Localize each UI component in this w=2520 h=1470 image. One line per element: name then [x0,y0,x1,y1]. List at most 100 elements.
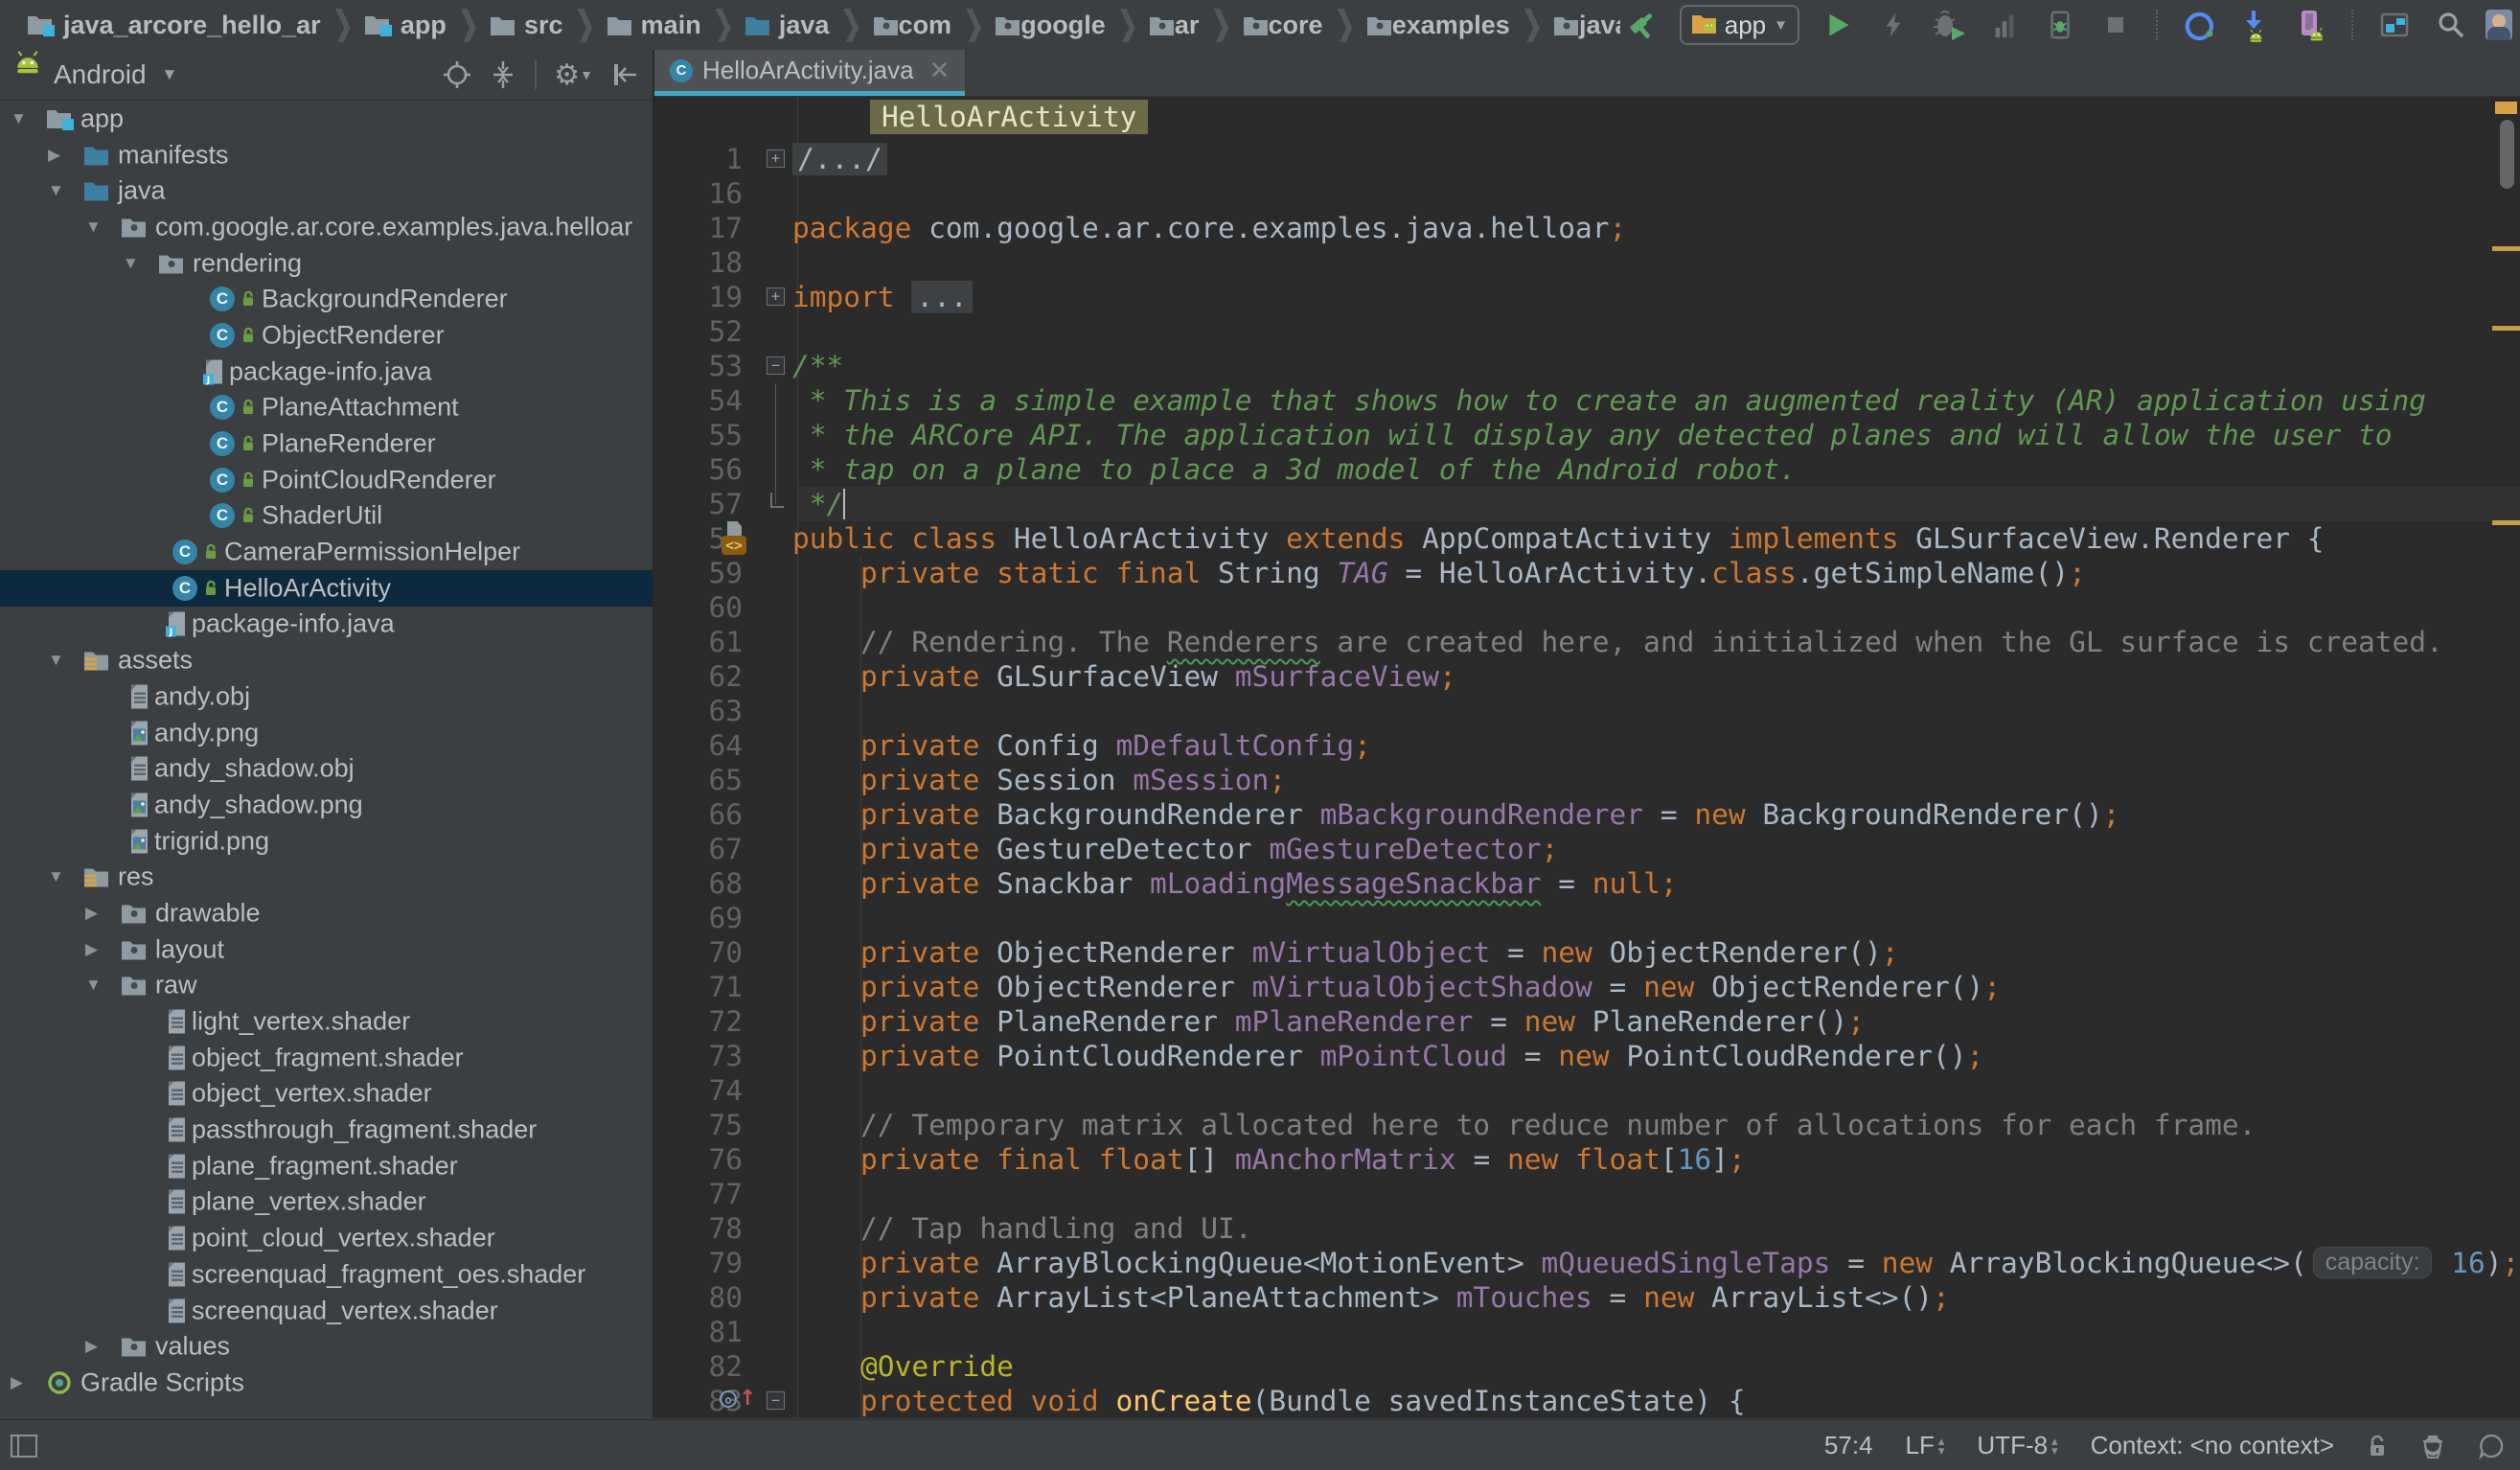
profile-icon[interactable] [1983,6,2026,44]
line-separator-widget[interactable]: LF▴▾ [1906,1431,1945,1460]
breadcrumb-item[interactable]: com [873,11,952,40]
line-number[interactable]: 53 [654,349,743,383]
line-number[interactable]: 67 [654,832,743,866]
line-number[interactable]: 54 [654,383,743,418]
tree-row-pointcloudrenderer[interactable]: CPointCloudRenderer [0,462,653,498]
code-line[interactable]: 61 // Rendering. The Renderers are creat… [654,625,2520,659]
line-number[interactable]: 61 [654,625,743,659]
code-line[interactable]: 82 @Override [654,1349,2520,1384]
close-icon[interactable]: ✕ [929,56,951,85]
code-line[interactable]: 77 [654,1177,2520,1211]
code-line[interactable]: 16 [654,176,2520,211]
collapse-all-icon[interactable] [489,60,517,89]
code-line[interactable]: 55 * the ARCore API. The application wil… [654,418,2520,452]
tree-row-plane-fragment-shader[interactable]: plane_fragment.shader [0,1148,653,1184]
inspections-profile-icon[interactable] [2420,1433,2445,1459]
tree-expand-open-icon[interactable]: ▼ [11,109,27,128]
warning-stripe-mark[interactable] [2492,326,2520,331]
tree-expand-open-icon[interactable]: ▼ [48,651,64,670]
line-number[interactable]: 73 [654,1039,743,1073]
fold-collapse-icon[interactable]: − [767,1391,785,1410]
tree-row-gradle-scripts[interactable]: ▶Gradle Scripts [0,1365,653,1401]
line-number[interactable]: 18 [654,245,743,280]
code-line[interactable]: 53−/** [654,349,2520,383]
code-line[interactable]: 81 [654,1315,2520,1349]
tree-row-shaderutil[interactable]: CShaderUtil [0,498,653,535]
line-number[interactable]: 65 [654,763,743,797]
code-line[interactable]: 58<>public class HelloArActivity extends… [654,521,2520,556]
tree-row-screenquad-fragment-oes-shader[interactable]: screenquad_fragment_oes.shader [0,1256,653,1293]
code-line[interactable]: 73 private PointCloudRenderer mPointClou… [654,1039,2520,1073]
tree-row-andy-obj[interactable]: andy.obj [0,678,653,715]
tree-expand-closed-icon[interactable]: ▶ [11,1373,23,1392]
line-number[interactable]: 76 [654,1142,743,1177]
tree-row-rendering[interactable]: ▼rendering [0,245,653,282]
tree-row-objectrenderer[interactable]: CObjectRenderer [0,317,653,354]
line-number[interactable]: 79 [654,1246,743,1280]
tree-row-point-cloud-vertex-shader[interactable]: point_cloud_vertex.shader [0,1220,653,1256]
attach-debugger-icon[interactable] [2039,6,2081,44]
breadcrumb-item[interactable]: core [1243,11,1323,40]
line-number[interactable]: 59 [654,556,743,590]
file-status-warning-indicator[interactable] [2495,102,2517,114]
search-everywhere-icon[interactable] [2430,6,2472,44]
breadcrumb-item[interactable]: src [490,11,563,40]
code-line[interactable]: 79 private ArrayBlockingQueue<MotionEven… [654,1246,2520,1280]
line-number[interactable]: 1 [654,142,743,176]
code-line[interactable]: 57 */ [654,487,2520,521]
line-number[interactable]: 57 [654,487,743,521]
manifest-link-icon[interactable]: <> [722,536,746,555]
code-line[interactable]: 66 private BackgroundRenderer mBackgroun… [654,797,2520,832]
code-line[interactable]: 62 private GLSurfaceView mSurfaceView; [654,659,2520,694]
code-line[interactable]: 80 private ArrayList<PlaneAttachment> mT… [654,1280,2520,1315]
code-line[interactable]: 65 private Session mSession; [654,763,2520,797]
line-number[interactable]: 63 [654,694,743,728]
avd-manager-icon[interactable] [2290,6,2332,44]
line-number[interactable]: 74 [654,1073,743,1108]
line-number[interactable]: 19 [654,280,743,314]
tree-expand-closed-icon[interactable]: ▶ [85,904,98,923]
tree-expand-open-icon[interactable]: ▼ [85,976,102,995]
tree-expand-closed-icon[interactable]: ▶ [85,1337,98,1356]
breadcrumb-item[interactable]: java_arcore_hello_ar [27,11,321,40]
run-icon[interactable] [1817,6,1859,44]
line-number[interactable]: 71 [654,970,743,1004]
tree-expand-closed-icon[interactable]: ▶ [48,146,60,165]
tree-row-values[interactable]: ▶values [0,1328,653,1365]
line-number[interactable]: 52 [654,314,743,349]
code-area[interactable]: 1+/.../1617package com.google.ar.core.ex… [654,142,2520,1418]
code-line[interactable]: 75 // Temporary matrix allocated here to… [654,1108,2520,1142]
tree-expand-open-icon[interactable]: ▼ [123,254,139,273]
code-line[interactable]: 19+import ... [654,280,2520,314]
tree-row-object-fragment-shader[interactable]: object_fragment.shader [0,1040,653,1076]
editor-tab-helloaractivity[interactable]: C HelloArActivity.java ✕ [654,50,965,91]
tree-row-trigrid-png[interactable]: trigrid.png [0,823,653,860]
user-avatar[interactable] [2486,10,2512,40]
code-line[interactable]: 59 private static final String TAG = Hel… [654,556,2520,590]
line-number[interactable]: 78 [654,1211,743,1246]
code-line[interactable]: 68 private Snackbar mLoadingMessageSnack… [654,866,2520,901]
caret-position[interactable]: 57:4 [1824,1431,1873,1460]
line-number[interactable]: 77 [654,1177,743,1211]
tree-row-plane-vertex-shader[interactable]: plane_vertex.shader [0,1184,653,1221]
line-number[interactable]: 60 [654,590,743,625]
line-number[interactable]: 64 [654,728,743,763]
tree-row-layout[interactable]: ▶layout [0,931,653,968]
code-line[interactable]: 63 [654,694,2520,728]
tree-expand-open-icon[interactable]: ▼ [48,181,64,200]
overriding-method-icon[interactable]: o [720,1390,737,1408]
breadcrumb-item[interactable]: java [1553,11,1620,40]
breadcrumb-item[interactable]: examples [1366,11,1510,40]
build-hammer-icon[interactable] [1620,6,1662,44]
fold-expand-icon[interactable]: + [767,149,785,168]
code-line[interactable]: 1+/.../ [654,142,2520,176]
tree-expand-open-icon[interactable]: ▼ [48,867,64,886]
breadcrumb-item[interactable]: ar [1149,11,1200,40]
tree-row-drawable[interactable]: ▶drawable [0,895,653,931]
tree-row-assets[interactable]: ▼assets [0,642,653,678]
tree-row-andy-shadow-png[interactable]: andy_shadow.png [0,787,653,823]
sdk-manager-icon[interactable] [2234,6,2277,44]
lock-icon[interactable] [2367,1434,2388,1459]
warning-stripe-mark[interactable] [2492,520,2520,525]
code-line[interactable]: 60 [654,590,2520,625]
